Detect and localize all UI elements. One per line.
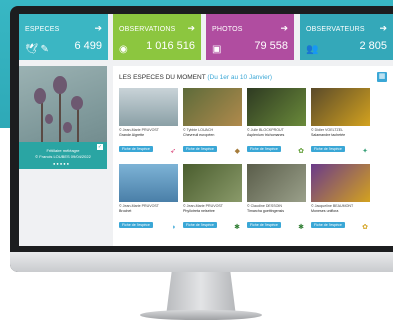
- tile-value: 79 558: [254, 40, 288, 52]
- species-photo[interactable]: [311, 164, 370, 202]
- species-sheet-button[interactable]: Fiche de l'espèce: [119, 146, 153, 153]
- tile-value: 1 016 516: [146, 40, 195, 52]
- species-card[interactable]: © Didier VOELTZEL Salamandre tachetée Fic…: [311, 88, 370, 155]
- arrow-right-icon[interactable]: ➔: [379, 23, 387, 34]
- plant-icon: ✿: [298, 148, 304, 156]
- species-name: Salamandre tachetée: [311, 132, 346, 137]
- species-photo[interactable]: [247, 88, 306, 126]
- eye-icon: ◉: [119, 44, 128, 55]
- tile-value: 2 805: [359, 40, 387, 52]
- tile-photos[interactable]: PHOTOS ➔ ▣ 79 558: [206, 14, 294, 60]
- users-icon: 👥: [306, 44, 319, 55]
- panel-subtitle: (Du 1er au 10 Janvier): [207, 74, 273, 81]
- tile-label: ESPECES: [25, 26, 60, 33]
- species-sheet-button[interactable]: Fiche de l'espèce: [311, 146, 345, 153]
- monitor-chin: [10, 252, 393, 272]
- tile-value: 6 499: [74, 40, 102, 52]
- species-card[interactable]: © Jean-Marie PRUVOST Grande Aigrette Fich…: [119, 88, 178, 155]
- panel-title-text: LES ESPECES DU MOMENT: [119, 74, 206, 81]
- fish-icon: ◗: [171, 224, 176, 232]
- species-sheet-button[interactable]: Fiche de l'espèce: [183, 146, 217, 153]
- species-name: Phyllotreta nelsebre: [183, 208, 215, 213]
- featured-author: © Francis LOUBES 09/04/2022: [35, 154, 91, 159]
- species-sheet-button[interactable]: Fiche de l'espèce: [247, 146, 281, 153]
- arrow-right-icon[interactable]: ➔: [280, 23, 288, 34]
- mammal-icon: ◆: [234, 148, 240, 156]
- tile-label: OBSERVATEURS: [306, 26, 365, 33]
- species-sheet-button[interactable]: Fiche de l'espèce: [247, 222, 281, 229]
- species-card[interactable]: © Jacqueline BEAUMONT Moneses uniflora Fi…: [311, 164, 370, 231]
- carousel-dots[interactable]: ●●●●●: [53, 161, 70, 166]
- insect-icon: ✱: [298, 224, 304, 232]
- species-photo[interactable]: [247, 164, 306, 202]
- species-sheet-button[interactable]: Fiche de l'espèce: [183, 222, 217, 229]
- screen: ESPECES ➔ 🕊 ✎ 6 499 OBSERVATIONS ➔ ◉ 1 0…: [19, 14, 393, 246]
- bird-icon: ➶: [170, 148, 176, 156]
- species-card[interactable]: © Tybbie LOUACH Chevreuil européen Fiche …: [183, 88, 242, 155]
- tile-observateurs[interactable]: OBSERVATEURS ➔ 👥 2 805: [300, 14, 393, 60]
- plant-icon: ✿: [362, 224, 368, 232]
- tile-observations[interactable]: OBSERVATIONS ➔ ◉ 1 016 516: [113, 14, 201, 60]
- monitor-base: [140, 310, 262, 320]
- insect-icon: ✱: [234, 224, 240, 232]
- species-photo[interactable]: [119, 164, 178, 202]
- species-name: Brochet: [119, 208, 132, 213]
- species-panel: LES ESPECES DU MOMENT (Du 1er au 10 Janv…: [113, 66, 393, 246]
- species-name: Chevreuil européen: [183, 132, 215, 137]
- panel-title: LES ESPECES DU MOMENT (Du 1er au 10 Janv…: [119, 74, 272, 81]
- tile-especes[interactable]: ESPECES ➔ 🕊 ✎ 6 499: [19, 14, 108, 60]
- species-photo[interactable]: [183, 88, 242, 126]
- bird-icon: 🕊 ✎: [25, 44, 49, 55]
- arrow-right-icon[interactable]: ➔: [187, 23, 195, 34]
- calendar-icon[interactable]: ▦: [377, 72, 387, 82]
- species-card[interactable]: © Jean-Marie PRUVOST Phyllotreta nelsebre…: [183, 164, 242, 231]
- species-sheet-button[interactable]: Fiche de l'espèce: [119, 222, 153, 229]
- species-name: Asplenium trichomanes: [247, 132, 285, 137]
- arrow-right-icon[interactable]: ➔: [94, 23, 102, 34]
- tile-label: OBSERVATIONS: [119, 26, 176, 33]
- checkbox-icon[interactable]: ✓: [97, 144, 103, 150]
- tile-label: PHOTOS: [212, 26, 243, 33]
- species-card[interactable]: © Jean-Marie PRUVOST Brochet Fiche de l'e…: [119, 164, 178, 231]
- species-name: Timarcha goettingensis: [247, 208, 285, 213]
- species-card[interactable]: © Julie BLOCKPROUT Asplenium trichomanes …: [247, 88, 306, 155]
- species-name: Moneses uniflora: [311, 208, 339, 213]
- species-photo[interactable]: [311, 88, 370, 126]
- species-photo[interactable]: [119, 88, 178, 126]
- species-sheet-button[interactable]: Fiche de l'espèce: [311, 222, 345, 229]
- species-name: Grande Aigrette: [119, 132, 145, 137]
- species-photo[interactable]: [183, 164, 242, 202]
- camera-icon: ▣: [212, 44, 222, 55]
- amphibian-icon: ✦: [362, 148, 368, 156]
- species-card[interactable]: © Claudine DESSOIN Timarcha goettingensis…: [247, 164, 306, 231]
